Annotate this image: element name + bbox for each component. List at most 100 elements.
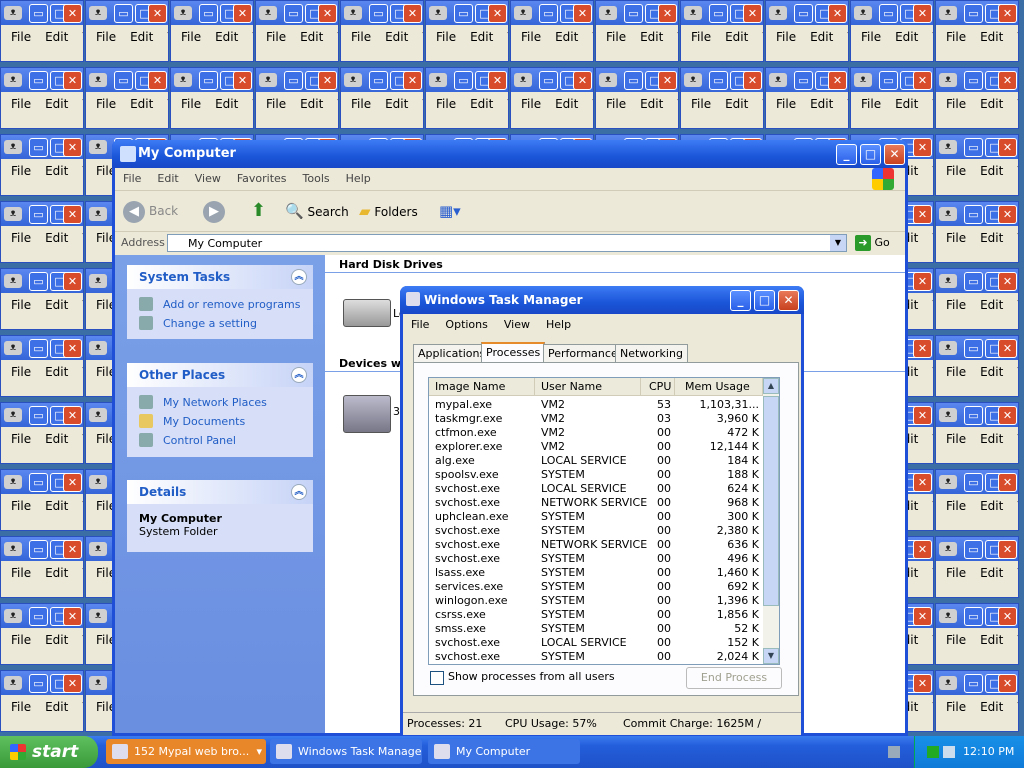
menu-view[interactable]: V xyxy=(252,97,253,111)
menu-edit[interactable]: Edit xyxy=(215,97,238,111)
menu-edit[interactable]: Edit xyxy=(130,30,153,44)
menu-view[interactable]: V xyxy=(847,30,848,44)
menu-file[interactable]: File xyxy=(606,97,626,111)
menu-edit[interactable]: Edit xyxy=(980,633,1003,647)
table-row[interactable]: explorer.exe VM2 00 12,144 K xyxy=(429,440,763,454)
menu-edit[interactable]: Edit xyxy=(45,499,68,513)
close-button[interactable]: ✕ xyxy=(658,71,677,90)
table-row[interactable]: spoolsv.exe SYSTEM 00 188 K xyxy=(429,468,763,482)
mini-window[interactable]: ᴥ▭□✕FileEditV xyxy=(510,0,594,62)
mini-window[interactable]: ᴥ▭□✕FileEditV xyxy=(0,201,84,263)
menu-view[interactable]: V xyxy=(167,30,168,44)
minimize-button[interactable]: ▭ xyxy=(879,4,898,23)
menu-edit[interactable]: Edit xyxy=(385,30,408,44)
menu-view[interactable]: V xyxy=(1017,566,1018,580)
mini-window[interactable]: ᴥ▭□✕FileEditV xyxy=(340,0,424,62)
menu-file[interactable]: File xyxy=(11,700,31,714)
menu-view[interactable]: V xyxy=(1017,633,1018,647)
menu-file[interactable]: File xyxy=(861,97,881,111)
menu-view[interactable]: V xyxy=(932,164,933,178)
menu-view[interactable]: V xyxy=(82,566,83,580)
collapse-icon[interactable]: ︽ xyxy=(291,484,307,500)
panel-title[interactable]: System Tasks ︽ xyxy=(127,265,313,289)
minimize-button[interactable]: ▭ xyxy=(454,4,473,23)
mini-window[interactable]: ᴥ▭□✕FileEditV xyxy=(935,469,1019,531)
menu-view[interactable]: V xyxy=(507,97,508,111)
minimize-button[interactable]: ▭ xyxy=(794,71,813,90)
end-process-button[interactable]: End Process xyxy=(686,667,782,689)
up-folder-icon[interactable]: ⬆ xyxy=(251,199,266,223)
menu-view[interactable]: V xyxy=(932,231,933,245)
minimize-button[interactable]: ▭ xyxy=(199,71,218,90)
address-input[interactable]: My Computer ▼ xyxy=(167,234,847,252)
menu-file[interactable]: File xyxy=(776,97,796,111)
close-button[interactable]: ✕ xyxy=(913,406,932,425)
menu-tools[interactable]: Tools xyxy=(295,172,338,185)
tab-networking[interactable]: Networking xyxy=(615,344,688,363)
close-button[interactable]: ✕ xyxy=(778,290,799,311)
views-button[interactable]: ▦▾ xyxy=(439,199,461,223)
menu-edit[interactable]: Edit xyxy=(45,30,68,44)
menu-edit[interactable]: Edit xyxy=(640,97,663,111)
floppy-label[interactable]: 3 xyxy=(393,405,400,418)
menu-view[interactable]: V xyxy=(422,30,423,44)
menu-file[interactable]: File xyxy=(11,298,31,312)
table-row[interactable]: svchost.exe SYSTEM 00 2,380 K xyxy=(429,524,763,538)
menu-view[interactable]: V xyxy=(82,164,83,178)
mini-window[interactable]: ᴥ▭□✕FileEditV xyxy=(935,201,1019,263)
close-button[interactable]: ✕ xyxy=(63,674,82,693)
menu-view[interactable]: V xyxy=(422,97,423,111)
mini-window[interactable]: ᴥ▭□✕FileEditV xyxy=(765,67,849,129)
table-row[interactable]: lsass.exe SYSTEM 00 1,460 K xyxy=(429,566,763,580)
menu-file[interactable]: File xyxy=(11,365,31,379)
menu-edit[interactable]: Edit xyxy=(149,172,186,185)
minimize-button[interactable]: ▭ xyxy=(709,4,728,23)
menu-view[interactable]: V xyxy=(932,365,933,379)
menu-edit[interactable]: Edit xyxy=(300,97,323,111)
menu-file[interactable]: File xyxy=(946,700,966,714)
table-row[interactable]: svchost.exe LOCAL SERVICE 00 624 K xyxy=(429,482,763,496)
close-button[interactable]: ✕ xyxy=(743,4,762,23)
close-button[interactable]: ✕ xyxy=(998,71,1017,90)
close-button[interactable]: ✕ xyxy=(148,71,167,90)
menu-view[interactable]: V xyxy=(932,30,933,44)
menu-file[interactable]: File xyxy=(521,97,541,111)
mini-window[interactable]: ᴥ▭□✕FileEditV xyxy=(0,670,84,732)
mini-window[interactable]: ᴥ▭□✕FileEditV xyxy=(0,469,84,531)
menu-file[interactable]: File xyxy=(521,30,541,44)
menu-view[interactable]: V xyxy=(932,566,933,580)
menu-edit[interactable]: Edit xyxy=(980,700,1003,714)
menu-file[interactable]: File xyxy=(946,30,966,44)
menu-edit[interactable]: Edit xyxy=(980,30,1003,44)
menu-edit[interactable]: Edit xyxy=(810,30,833,44)
menu-edit[interactable]: Edit xyxy=(980,566,1003,580)
mini-window[interactable]: ᴥ▭□✕FileEditV xyxy=(425,67,509,129)
close-button[interactable]: ✕ xyxy=(63,473,82,492)
menu-view[interactable]: V xyxy=(1017,30,1018,44)
keyboard-icon[interactable] xyxy=(888,746,900,758)
menu-edit[interactable]: Edit xyxy=(725,97,748,111)
minimize-button[interactable]: ▭ xyxy=(284,4,303,23)
menu-edit[interactable]: Edit xyxy=(45,164,68,178)
menu-edit[interactable]: Edit xyxy=(470,97,493,111)
menu-file[interactable]: File xyxy=(946,365,966,379)
menu-view[interactable]: V xyxy=(82,97,83,111)
menu-file[interactable]: File xyxy=(946,164,966,178)
minimize-button[interactable]: ▭ xyxy=(369,4,388,23)
menu-edit[interactable]: Edit xyxy=(130,97,153,111)
scroll-up-icon[interactable]: ▲ xyxy=(763,378,779,394)
menu-view[interactable]: V xyxy=(677,30,678,44)
menu-file[interactable]: File xyxy=(946,566,966,580)
menu-edit[interactable]: Edit xyxy=(980,499,1003,513)
minimize-button[interactable]: ▭ xyxy=(284,71,303,90)
minimize-button[interactable]: ▭ xyxy=(709,71,728,90)
menu-view[interactable]: V xyxy=(167,97,168,111)
menu-file[interactable]: File xyxy=(946,633,966,647)
mini-window[interactable]: ᴥ▭□✕FileEditV xyxy=(0,268,84,330)
menu-view[interactable]: V xyxy=(82,365,83,379)
table-row[interactable]: ctfmon.exe VM2 00 472 K xyxy=(429,426,763,440)
menu-help[interactable]: Help xyxy=(538,318,579,331)
tab-applications[interactable]: Applications xyxy=(413,344,491,363)
menu-view[interactable]: V xyxy=(337,97,338,111)
table-row[interactable]: svchost.exe NETWORK SERVICE 00 636 K xyxy=(429,538,763,552)
